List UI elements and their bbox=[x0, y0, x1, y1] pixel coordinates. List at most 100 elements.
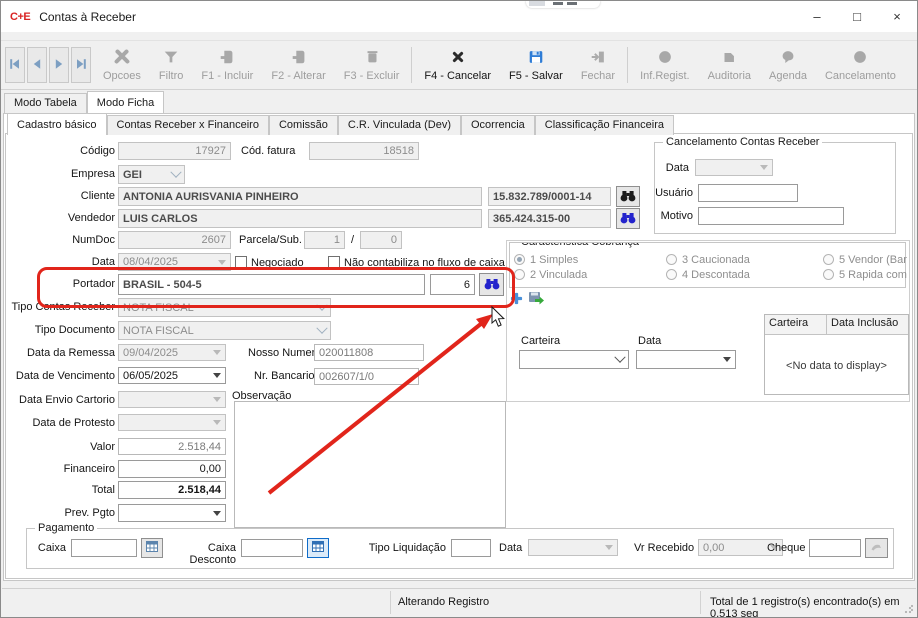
chevron-down-icon bbox=[316, 299, 327, 310]
grid-col-data-inclusao: Data Inclusão bbox=[827, 315, 908, 334]
cancelamento-groupbox-title: Cancelamento Contas Receber bbox=[663, 136, 822, 148]
total-label: Total bbox=[3, 484, 115, 496]
sub-tab-bar: Cadastro básico Contas Receber x Finance… bbox=[7, 115, 674, 135]
tab-contas-receber-x-financeiro[interactable]: Contas Receber x Financeiro bbox=[107, 115, 269, 135]
tab-comissao[interactable]: Comissão bbox=[269, 115, 338, 135]
cliente-label: Cliente bbox=[3, 190, 115, 202]
parcela-sub-label: Parcela/Sub. bbox=[239, 234, 302, 246]
radio-3-caucionada bbox=[666, 254, 677, 265]
carteira-data-combobox[interactable] bbox=[636, 350, 736, 369]
data-envio-cartorio-label: Data Envio Cartorio bbox=[3, 394, 115, 406]
chevron-down-icon bbox=[170, 166, 181, 177]
usuario-field[interactable] bbox=[698, 184, 798, 202]
cheque-lookup-button[interactable] bbox=[865, 538, 888, 558]
chevron-down-icon bbox=[614, 351, 625, 362]
vendedor-label: Vendedor bbox=[3, 212, 115, 224]
vendedor-doc-field: 365.424.315-00 bbox=[488, 209, 611, 228]
binoculars-blue-icon bbox=[620, 211, 636, 227]
radio-2-vinculada-label: 2 Vinculada bbox=[530, 269, 587, 281]
negociado-checkbox[interactable] bbox=[235, 256, 247, 268]
save-carteira-button[interactable] bbox=[528, 290, 545, 309]
cliente-search-button[interactable] bbox=[616, 186, 640, 207]
radio-4-descontada bbox=[666, 269, 677, 280]
dropdown-arrow-icon bbox=[213, 373, 221, 378]
financeiro-field[interactable]: 0,00 bbox=[118, 460, 226, 478]
parcela-field: 1 bbox=[304, 231, 345, 249]
cancelamento-data-label: Data bbox=[663, 162, 689, 174]
tipo-documento-label: Tipo Documento bbox=[3, 324, 115, 336]
tab-modo-ficha[interactable]: Modo Ficha bbox=[87, 91, 164, 113]
vendedor-search-button[interactable] bbox=[616, 208, 640, 229]
prev-pgto-combobox[interactable] bbox=[118, 504, 226, 522]
grid-empty-message: <No data to display> bbox=[765, 360, 908, 372]
carteira-grid[interactable]: Carteira Data Inclusão <No data to displ… bbox=[764, 314, 909, 395]
total-field[interactable]: 2.518,44 bbox=[118, 481, 226, 499]
cheque-field[interactable] bbox=[809, 539, 861, 557]
dropdown-arrow-icon bbox=[218, 260, 226, 265]
empresa-label: Empresa bbox=[3, 168, 115, 180]
tab-cadastro-basico[interactable]: Cadastro básico bbox=[7, 113, 107, 135]
dropdown-arrow-icon bbox=[605, 545, 613, 550]
binoculars-blue-icon bbox=[484, 277, 500, 293]
usuario-label: Usuário bbox=[653, 187, 693, 199]
data-remessa-label: Data da Remessa bbox=[3, 347, 115, 359]
financeiro-label: Financeiro bbox=[3, 463, 115, 475]
negociado-label: Negociado bbox=[251, 257, 304, 269]
caixa-field[interactable] bbox=[71, 539, 137, 557]
carteira-data-label: Data bbox=[638, 335, 661, 347]
radio-1-simples-label: 1 Simples bbox=[530, 254, 578, 266]
tipo-contas-receber-label: Tipo Contas Receber bbox=[3, 301, 115, 313]
dropdown-arrow-icon bbox=[213, 397, 221, 402]
cheque-icon bbox=[870, 542, 883, 555]
tipo-liquidacao-field[interactable] bbox=[451, 539, 491, 557]
app-window: C+E Contas à Receber – □ × Opcoes Filtro bbox=[0, 0, 918, 618]
sub-parcela-field: 0 bbox=[360, 231, 402, 249]
portador-field[interactable]: BRASIL - 504-5 bbox=[118, 274, 425, 295]
tab-modo-tabela[interactable]: Modo Tabela bbox=[4, 93, 87, 113]
grid-col-carteira: Carteira bbox=[765, 315, 827, 334]
motivo-field[interactable] bbox=[698, 207, 844, 225]
caixa-label: Caixa bbox=[31, 542, 66, 554]
carteira-combobox[interactable] bbox=[519, 350, 629, 369]
nao-contabiliza-label: Não contabiliza no fluxo de caixa bbox=[344, 257, 505, 269]
radio-5-vendor-label: 5 Vendor (Banco d bbox=[839, 254, 907, 266]
empresa-combobox: GEI bbox=[118, 165, 185, 184]
data-envio-cartorio-combobox bbox=[118, 391, 226, 408]
pagamento-data-combobox bbox=[528, 539, 618, 556]
data-vencimento-combobox[interactable]: 06/05/2025 bbox=[118, 367, 226, 384]
tipo-contas-receber-combobox: NOTA FISCAL bbox=[118, 298, 331, 317]
dropdown-arrow-icon bbox=[213, 350, 221, 355]
radio-3-caucionada-label: 3 Caucionada bbox=[682, 254, 750, 266]
radio-5-rapida-label: 5 Rapida com Reg bbox=[839, 269, 907, 281]
prev-pgto-label: Prev. Pgto bbox=[3, 507, 115, 519]
portador-search-button[interactable] bbox=[479, 273, 504, 296]
parcela-separator: / bbox=[351, 234, 354, 246]
caixa-desconto-lookup-button[interactable] bbox=[307, 538, 329, 558]
grid-lookup-icon bbox=[312, 541, 324, 555]
cliente-doc-field: 15.832.789/0001-14 bbox=[488, 187, 611, 206]
nosso-numero-label: Nosso Numero bbox=[248, 347, 321, 359]
tab-cr-vinculada[interactable]: C.R. Vinculada (Dev) bbox=[338, 115, 461, 135]
tab-ocorrencia[interactable]: Ocorrencia bbox=[461, 115, 535, 135]
portador-code-field[interactable]: 6 bbox=[430, 274, 475, 295]
radio-1-simples bbox=[514, 254, 525, 265]
vendedor-field: LUIS CARLOS bbox=[118, 209, 482, 228]
valor-field: 2.518,44 bbox=[118, 438, 226, 455]
observacao-textarea[interactable] bbox=[234, 401, 506, 528]
tipo-liquidacao-label: Tipo Liquidação bbox=[366, 542, 446, 554]
tipo-documento-combobox: NOTA FISCAL bbox=[118, 321, 331, 340]
caixa-desconto-field[interactable] bbox=[241, 539, 303, 557]
codigo-label: Código bbox=[3, 145, 115, 157]
mode-tab-bar: Modo Tabela Modo Ficha bbox=[4, 93, 164, 113]
cliente-field: ANTONIA AURISVANIA PINHEIRO bbox=[118, 187, 482, 206]
data-label: Data bbox=[3, 256, 115, 268]
cod-fatura-label: Cód. fatura bbox=[241, 145, 295, 157]
add-carteira-button[interactable] bbox=[510, 292, 523, 308]
dropdown-arrow-icon bbox=[213, 511, 221, 516]
motivo-label: Motivo bbox=[657, 210, 693, 222]
caixa-lookup-button[interactable] bbox=[141, 538, 163, 558]
data-vencimento-label: Data de Vencimento bbox=[3, 370, 115, 382]
disk-arrow-icon bbox=[528, 297, 545, 309]
tab-classificacao-financeira[interactable]: Classificação Financeira bbox=[535, 115, 674, 135]
nao-contabiliza-checkbox[interactable] bbox=[328, 256, 340, 268]
